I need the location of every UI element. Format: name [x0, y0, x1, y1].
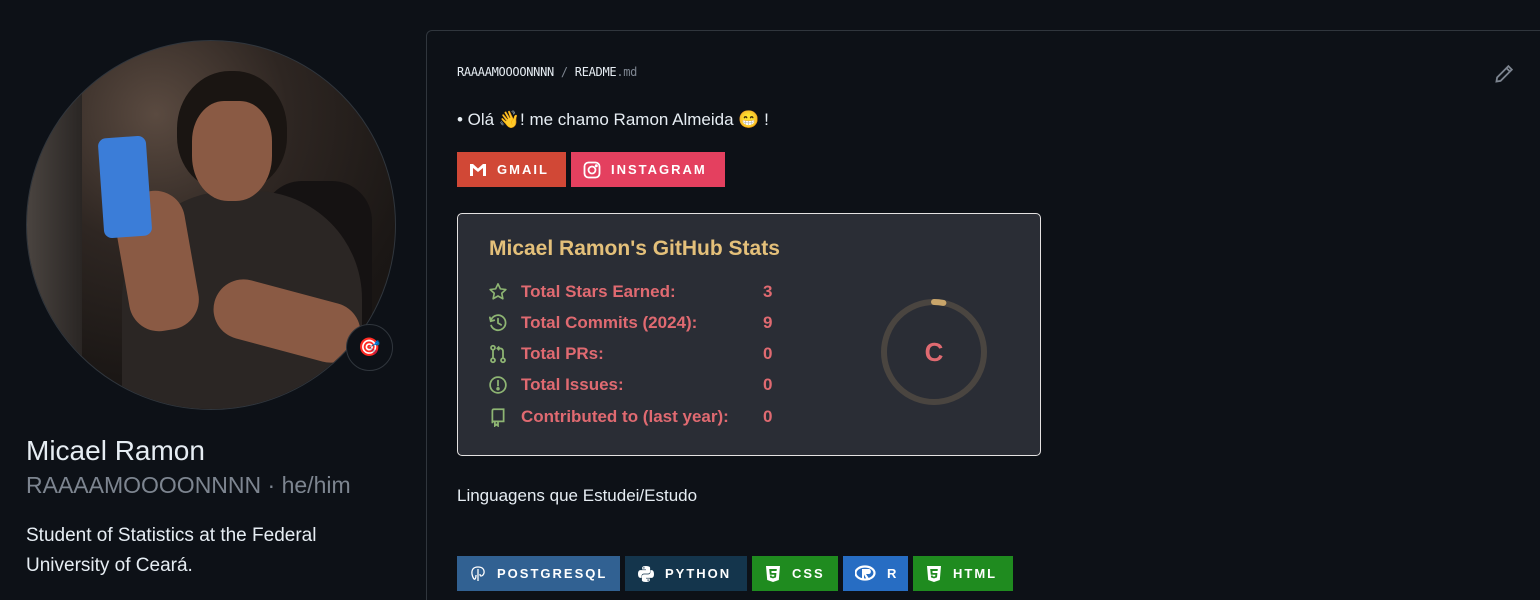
stat-label: Contributed to (last year): [521, 407, 729, 426]
set-status-button[interactable]: 🎯 [346, 324, 393, 371]
css-badge-label: CSS [792, 566, 825, 581]
profile-bio: Student of Statistics at the Federal Uni… [26, 525, 317, 576]
profile-pronouns: he/him [281, 472, 351, 498]
gmail-badge[interactable]: GMAIL [457, 152, 566, 187]
stat-row-prs: Total PRs: 0 [488, 342, 772, 366]
repo-icon [488, 407, 508, 427]
css-icon [766, 565, 780, 582]
star-icon [488, 282, 508, 302]
edit-readme-button[interactable] [1493, 63, 1515, 85]
stat-value: 0 [763, 344, 773, 363]
profile-name: Micael Ramon [26, 435, 205, 466]
languages-heading: Linguagens que Estudei/Estudo [457, 486, 698, 505]
readme-owner-link[interactable]: RAAAAMOOOONNNN [457, 65, 554, 79]
instagram-badge-label: INSTAGRAM [611, 162, 707, 177]
html-badge-label: HTML [953, 566, 998, 581]
stat-label: Total Stars Earned: [521, 282, 676, 301]
avatar-face [192, 101, 272, 201]
python-badge-label: PYTHON [665, 566, 732, 581]
instagram-icon [583, 161, 601, 178]
r-badge[interactable]: R [843, 556, 908, 591]
r-badge-label: R [887, 566, 899, 581]
readme-greeting: • Olá 👋! me chamo Ramon Almeida 😁 ! [457, 110, 769, 129]
stat-value: 3 [763, 282, 773, 301]
stat-row-issues: Total Issues: 0 [488, 373, 772, 397]
stat-label: Total PRs: [521, 344, 604, 363]
github-stats-card[interactable]: Micael Ramon's GitHub Stats Total Stars … [457, 213, 1041, 456]
stats-title: Micael Ramon's GitHub Stats [489, 237, 780, 260]
python-icon [638, 565, 654, 582]
avatar[interactable] [26, 40, 396, 410]
instagram-badge[interactable]: INSTAGRAM [571, 152, 725, 187]
issue-icon [488, 375, 508, 395]
postgresql-icon [471, 565, 485, 581]
stat-row-stars: Total Stars Earned: 3 [488, 280, 772, 304]
gmail-badge-label: GMAIL [497, 162, 549, 177]
rank-letter: C [924, 336, 944, 367]
html-badge[interactable]: HTML [913, 556, 1013, 591]
gmail-icon [470, 163, 486, 176]
css-badge[interactable]: CSS [752, 556, 838, 591]
separator-dot: · [267, 472, 282, 498]
stat-row-commits: Total Commits (2024): 9 [488, 311, 772, 335]
r-icon [855, 564, 876, 581]
pencil-icon [1495, 64, 1514, 83]
readme-file-ext: .md [616, 65, 638, 79]
postgresql-badge[interactable]: POSTGRESQL [457, 556, 620, 591]
readme-path: RAAAAMOOOONNNN / README.md [457, 65, 637, 79]
python-badge[interactable]: PYTHON [625, 556, 747, 591]
stat-row-contributed: Contributed to (last year): 0 [488, 405, 772, 429]
profile-username: RAAAAMOOOONNNN [26, 472, 262, 498]
stat-value: 9 [763, 313, 773, 332]
history-icon [488, 313, 508, 333]
pull-request-icon [488, 344, 508, 364]
stat-label: Total Commits (2024): [521, 313, 698, 332]
avatar-background-wall [27, 81, 82, 409]
stat-value: 0 [763, 407, 773, 426]
html-icon [927, 565, 941, 582]
stat-value: 0 [763, 375, 773, 394]
profile-username-line: RAAAAMOOOONNNN · he/him [26, 470, 351, 500]
avatar-phone [97, 135, 153, 239]
readme-file-link[interactable]: README [575, 65, 617, 79]
stat-label: Total Issues: [521, 375, 624, 394]
path-separator: / [560, 65, 568, 79]
status-emoji: 🎯 [358, 337, 381, 357]
postgresql-badge-label: POSTGRESQL [497, 566, 608, 581]
